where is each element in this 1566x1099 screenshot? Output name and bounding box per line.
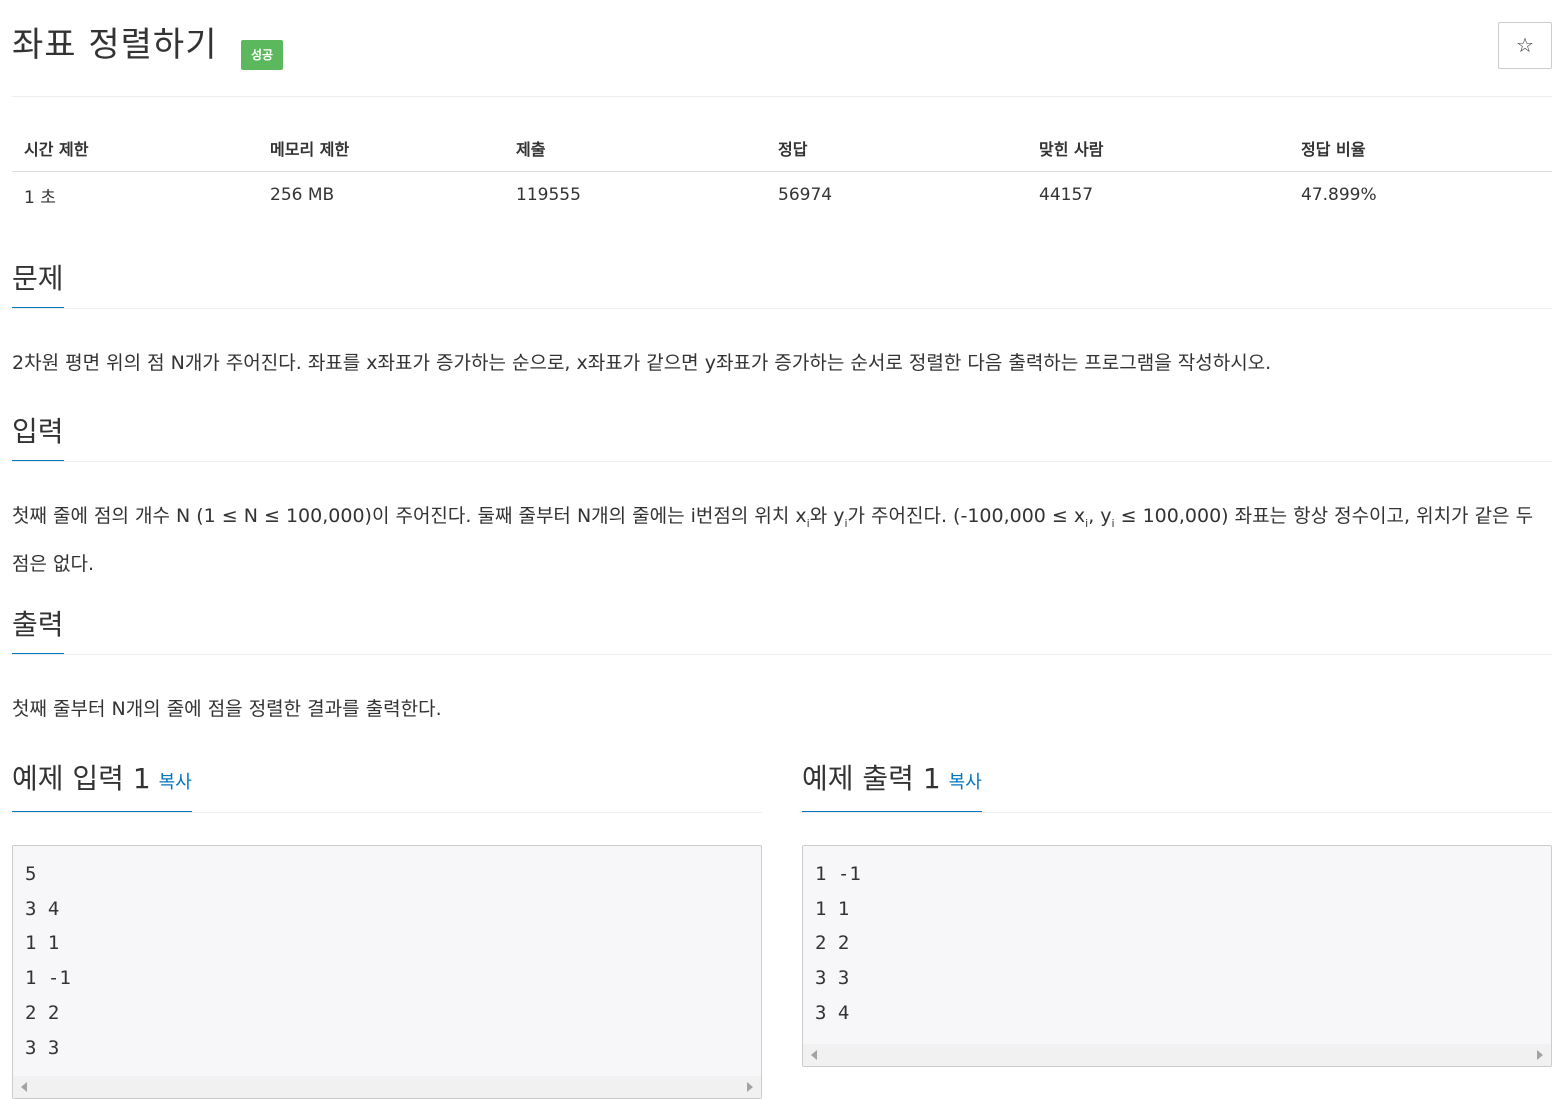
sample-input-box[interactable]: 5 3 4 1 1 1 -1 2 2 3 3 (12, 845, 762, 1099)
problem-header: 좌표 정렬하기 성공 ☆ (12, 22, 1552, 70)
sample-output-header: 예제 출력 1 복사 (802, 759, 1552, 813)
header-solved-users: 맞힌 사람 (1027, 125, 1289, 172)
scroll-left-icon[interactable] (21, 1082, 27, 1092)
sample-input-header: 예제 입력 1 복사 (12, 759, 762, 813)
header-accepted: 정답 (766, 125, 1027, 172)
copy-sample-input-button[interactable]: 복사 (159, 772, 192, 793)
time-limit-value: 1 초 (24, 187, 56, 208)
output-section-header: 출력 (12, 605, 1552, 655)
accept-ratio-value: 47.899% (1301, 185, 1377, 206)
accepted-value: 56974 (778, 185, 833, 206)
problem-info-table: 시간 제한 메모리 제한 제출 정답 맞힌 사람 정답 비율 1 초 256 M… (12, 125, 1552, 219)
header-accept-ratio: 정답 비율 (1289, 125, 1552, 172)
input-section-header: 입력 (12, 412, 1552, 462)
output-section-title: 출력 (12, 605, 64, 655)
output-description: 첫째 줄부터 N개의 줄에 점을 정렬한 결과를 출력한다. (12, 698, 442, 720)
horizontal-scrollbar[interactable] (803, 1044, 1551, 1066)
problem-section-header: 문제 (12, 259, 1552, 309)
star-button[interactable]: ☆ (1498, 22, 1552, 69)
header-time-limit: 시간 제한 (12, 125, 258, 172)
horizontal-scrollbar[interactable] (13, 1076, 761, 1098)
star-icon: ☆ (1516, 33, 1534, 57)
header-memory-limit: 메모리 제한 (258, 125, 504, 172)
sample-output-content: 1 -1 1 1 2 2 3 3 3 4 (815, 863, 861, 1024)
sample-input-title: 예제 입력 1 복사 (12, 759, 192, 813)
scroll-right-icon[interactable] (747, 1082, 753, 1092)
input-section-title: 입력 (12, 412, 64, 462)
solved-users-value: 44157 (1039, 185, 1094, 206)
input-description: 첫째 줄에 점의 개수 N (1 ≤ N ≤ 100,000)이 주어진다. 둘… (12, 505, 1534, 575)
problem-section-title: 문제 (12, 259, 64, 309)
problem-description: 2차원 평면 위의 점 N개가 주어진다. 좌표를 x좌표가 증가하는 순으로,… (12, 352, 1272, 374)
table-header-row: 시간 제한 메모리 제한 제출 정답 맞힌 사람 정답 비율 (12, 125, 1552, 172)
sample-output-box[interactable]: 1 -1 1 1 2 2 3 3 3 4 (802, 845, 1552, 1067)
status-badge: 성공 (241, 40, 284, 70)
header-submissions: 제출 (504, 125, 766, 172)
page-title: 좌표 정렬하기 (12, 25, 218, 65)
copy-sample-output-button[interactable]: 복사 (949, 772, 982, 793)
submissions-value: 119555 (516, 185, 581, 206)
scroll-right-icon[interactable] (1537, 1050, 1543, 1060)
scroll-left-icon[interactable] (811, 1050, 817, 1060)
sample-input-content: 5 3 4 1 1 1 -1 2 2 3 3 (25, 863, 71, 1059)
table-row: 1 초 256 MB 119555 56974 44157 47.899% (12, 171, 1552, 219)
title-divider (12, 96, 1552, 97)
sample-output-title: 예제 출력 1 복사 (802, 759, 982, 813)
memory-limit-value: 256 MB (270, 185, 335, 206)
